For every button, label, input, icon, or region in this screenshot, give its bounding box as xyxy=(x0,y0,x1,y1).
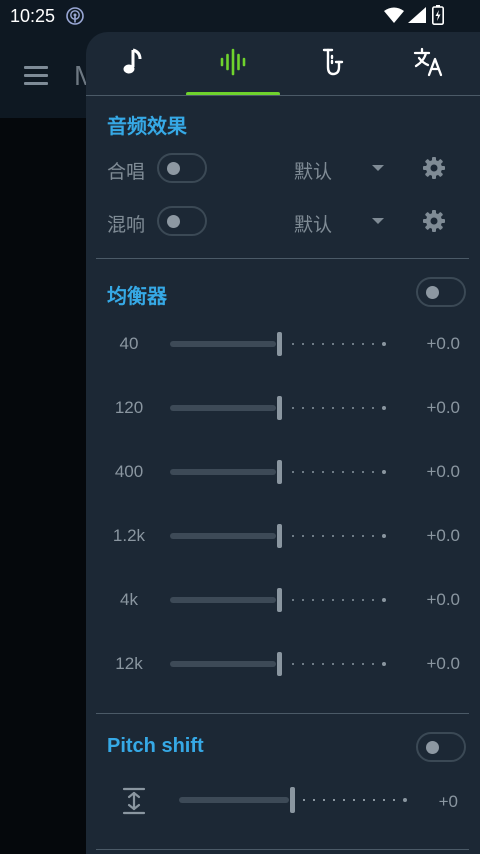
tab-audio-effects[interactable] xyxy=(186,32,280,96)
audio-effects-panel: 音频效果 合唱 默认 混响 默认 均衡器 40 +0.0 120 +0.0 40… xyxy=(86,32,480,854)
eq-band-value: +0.0 xyxy=(426,462,460,481)
eq-band-slider-thumb[interactable] xyxy=(277,652,282,676)
chorus-toggle[interactable] xyxy=(157,153,207,183)
eq-band-label: 1.2k xyxy=(112,526,146,545)
eq-band-value: +0.0 xyxy=(426,654,460,673)
reverb-chevron-down-icon[interactable] xyxy=(372,218,384,224)
section-divider xyxy=(96,849,469,850)
eq-band-slider[interactable] xyxy=(170,588,392,612)
tab-vocal[interactable] xyxy=(284,32,378,96)
reverb-toggle[interactable] xyxy=(157,206,207,236)
eq-band-value: +0.0 xyxy=(426,590,460,609)
eq-band-slider-thumb[interactable] xyxy=(277,588,282,612)
wifi-icon xyxy=(384,7,404,28)
tab-translate[interactable] xyxy=(382,32,476,96)
pitch-shift-value: +0 xyxy=(438,792,458,811)
chorus-chevron-down-icon[interactable] xyxy=(372,165,384,171)
eq-band-slider[interactable] xyxy=(170,396,392,420)
menu-icon[interactable] xyxy=(24,66,48,90)
podcast-icon xyxy=(66,7,84,30)
battery-charging-icon xyxy=(432,5,444,30)
status-time: 10:25 xyxy=(10,6,56,26)
signal-icon xyxy=(408,7,426,28)
reverb-preset-select[interactable]: 默认 xyxy=(294,210,332,237)
tab-divider xyxy=(86,95,480,96)
eq-band-value: +0.0 xyxy=(426,398,460,417)
eq-band-slider-thumb[interactable] xyxy=(277,396,282,420)
music-note-icon xyxy=(122,48,144,81)
eq-band-label: 400 xyxy=(114,462,144,481)
eq-band-label: 12k xyxy=(115,654,143,673)
eq-band-slider-thumb[interactable] xyxy=(277,332,282,356)
reverb-label: 混响 xyxy=(107,215,146,236)
eq-band-label: 4k xyxy=(120,590,138,609)
equalizer-toggle[interactable] xyxy=(416,277,466,307)
eq-band-slider[interactable] xyxy=(170,652,392,676)
reverb-settings-gear-icon[interactable] xyxy=(422,209,446,238)
eq-band-slider[interactable] xyxy=(170,524,392,548)
eq-band-slider[interactable] xyxy=(170,332,392,356)
eq-band-value: +0.0 xyxy=(426,334,460,353)
section-divider xyxy=(96,258,469,259)
section-divider xyxy=(96,713,469,714)
waveform-icon xyxy=(219,48,247,81)
eq-band-value: +0.0 xyxy=(426,526,460,545)
pitch-shift-toggle[interactable] xyxy=(416,732,466,762)
saxophone-icon xyxy=(318,47,344,82)
vertical-resize-icon xyxy=(122,787,146,820)
translate-icon xyxy=(413,47,445,82)
eq-band-slider-thumb[interactable] xyxy=(277,460,282,484)
audio-effects-title: 音频效果 xyxy=(107,116,187,138)
chorus-preset-select[interactable]: 默认 xyxy=(294,157,332,184)
eq-band-slider-thumb[interactable] xyxy=(277,524,282,548)
pitch-shift-slider-thumb[interactable] xyxy=(290,787,295,813)
pitch-shift-title: Pitch shift xyxy=(107,735,204,757)
eq-band-slider[interactable] xyxy=(170,460,392,484)
chorus-label: 合唱 xyxy=(107,162,146,183)
chorus-settings-gear-icon[interactable] xyxy=(422,156,446,185)
equalizer-title: 均衡器 xyxy=(107,286,167,308)
status-bar: 10:25 xyxy=(0,0,480,32)
eq-band-label: 120 xyxy=(114,398,144,417)
tab-music[interactable] xyxy=(86,32,180,96)
pitch-shift-slider[interactable] xyxy=(179,787,409,813)
tab-bar xyxy=(86,32,480,96)
eq-band-label: 40 xyxy=(119,334,139,353)
